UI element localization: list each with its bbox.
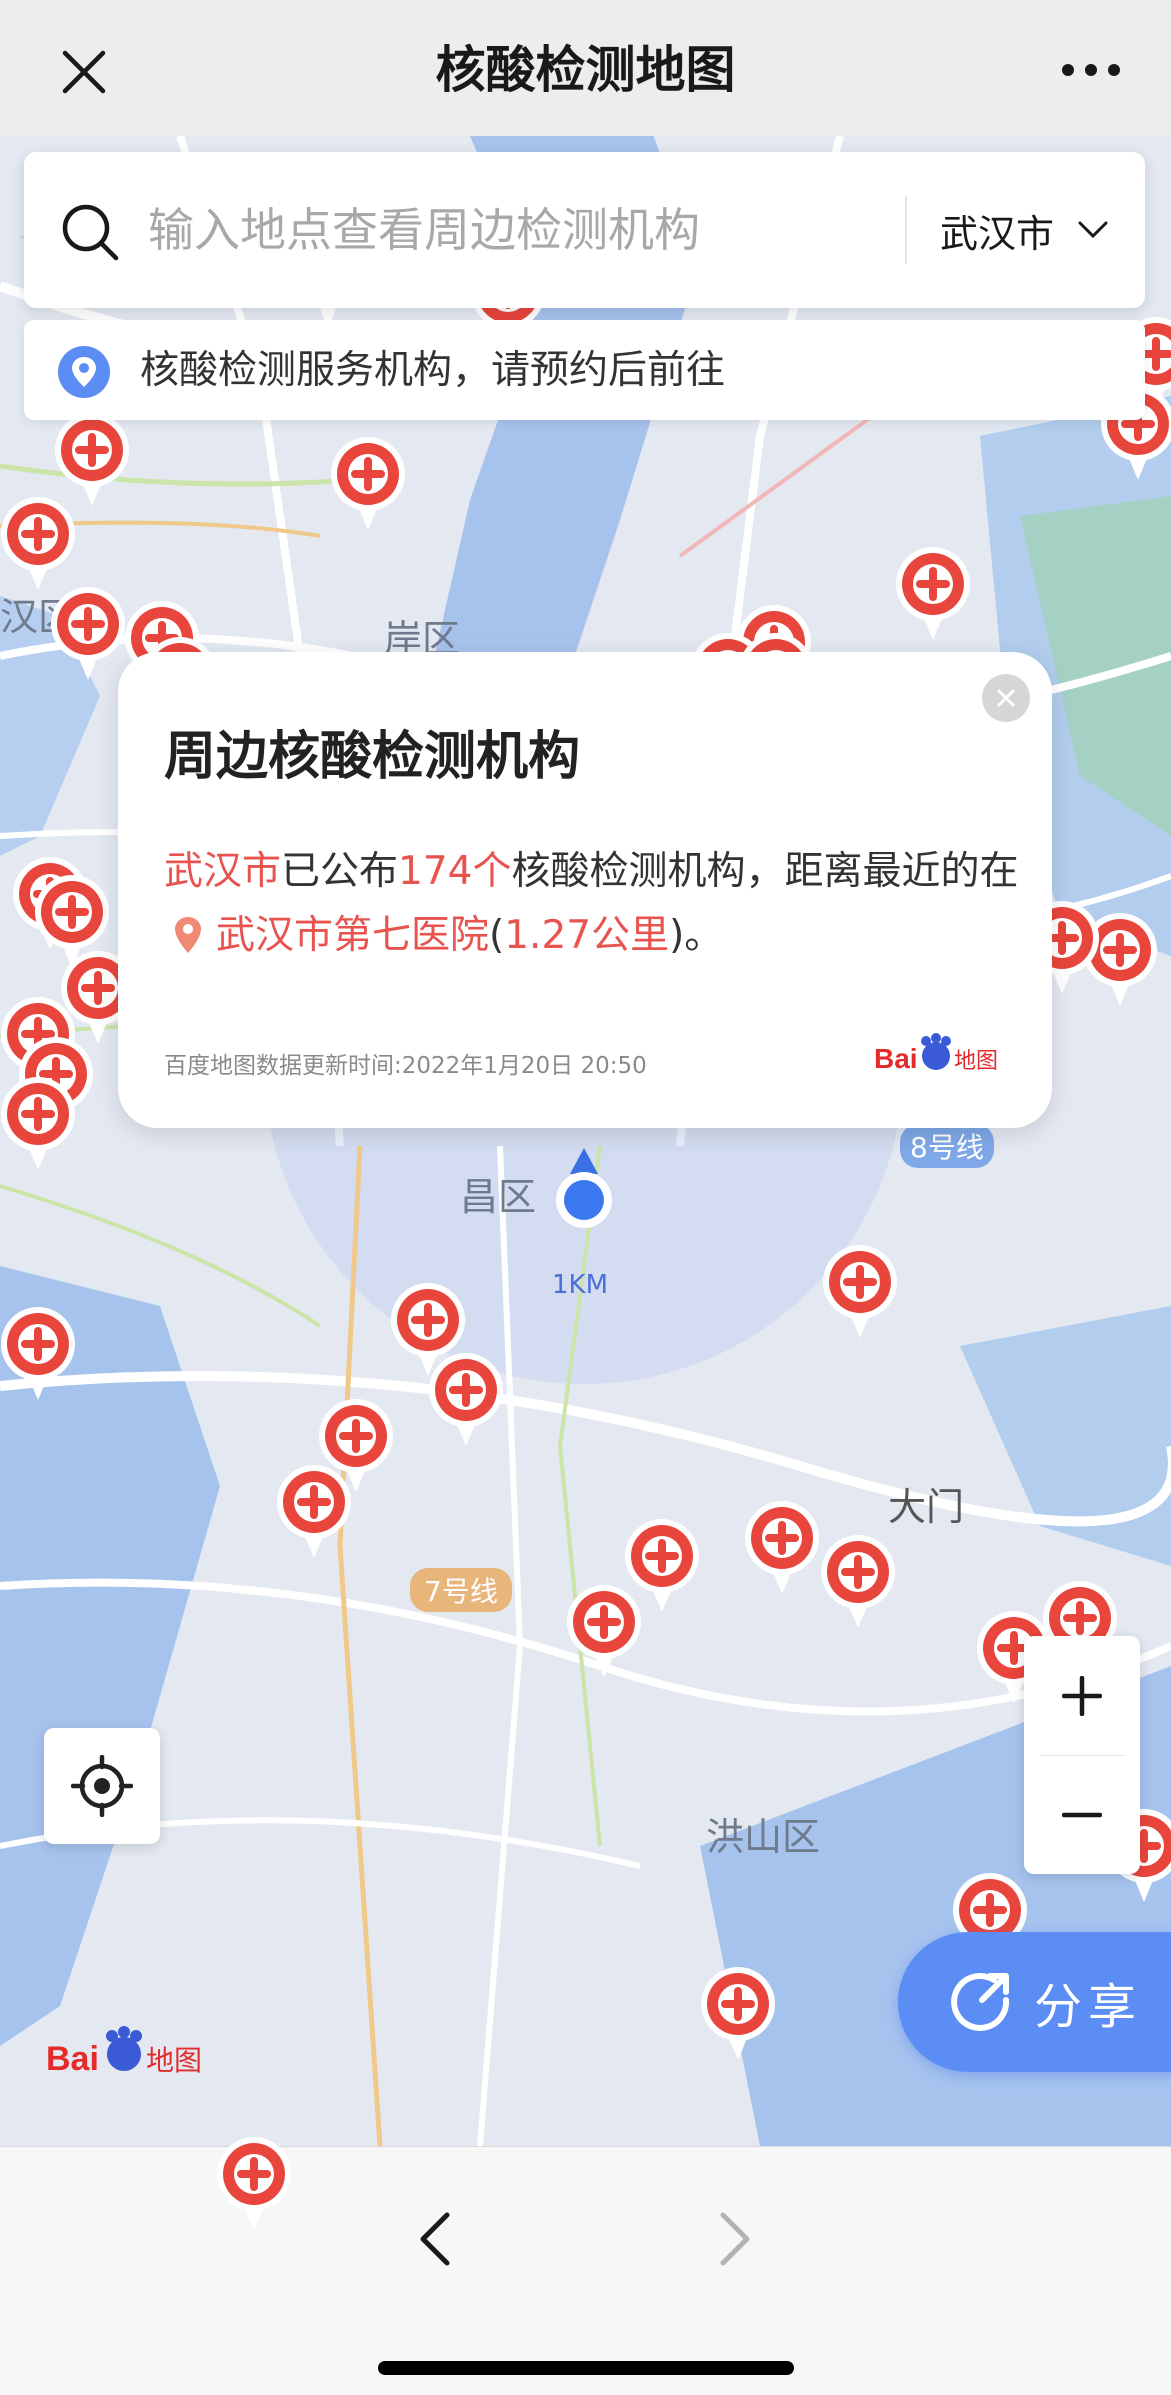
popup-city: 武汉市 xyxy=(164,849,282,894)
search-bar: 武汉市 xyxy=(24,152,1145,308)
location-pin-icon xyxy=(58,346,110,398)
zoom-in-button[interactable] xyxy=(1024,1636,1140,1755)
current-location-icon xyxy=(556,1148,612,1228)
test-site-pin-icon[interactable] xyxy=(744,1500,820,1596)
title-bar: 核酸检测地图 xyxy=(0,0,1171,136)
location-pin-icon xyxy=(175,917,201,953)
test-site-pin-icon[interactable] xyxy=(0,496,76,592)
nearest-site-link[interactable]: 武汉市第七医院 xyxy=(216,913,489,958)
popup-paren-open: ( xyxy=(489,913,505,958)
popup-paren-close: )。 xyxy=(669,913,724,958)
test-site-pin-icon[interactable] xyxy=(0,1306,76,1402)
popup-title: 周边核酸检测机构 xyxy=(164,727,581,787)
notice-text: 核酸检测服务机构，请预约后前往 xyxy=(140,348,726,393)
close-icon xyxy=(997,689,1015,707)
chevron-down-icon xyxy=(1078,221,1108,239)
map-scale-label: 1KM xyxy=(552,1270,609,1300)
test-site-pin-icon[interactable] xyxy=(700,1966,776,2062)
test-site-pin-icon[interactable] xyxy=(330,436,406,532)
baidu-map-watermark: Bai 地图 xyxy=(46,2026,202,2078)
popup-distance: 1.27公里 xyxy=(504,913,670,958)
notice-bar: 核酸检测服务机构，请预约后前往 xyxy=(24,320,1145,420)
city-select[interactable]: 武汉市 xyxy=(940,194,1130,266)
back-button[interactable] xyxy=(394,2189,474,2289)
browser-bottom-bar xyxy=(0,2146,1171,2395)
test-site-pin-icon[interactable] xyxy=(0,1076,76,1172)
test-site-pin-icon[interactable] xyxy=(50,586,126,682)
more-button[interactable] xyxy=(1047,44,1135,96)
home-indicator xyxy=(378,2361,794,2375)
search-divider xyxy=(905,196,907,264)
more-icon xyxy=(1062,64,1120,76)
test-site-pin-icon[interactable] xyxy=(54,412,130,508)
popup-text-mid: 核酸检测机构，距离最近的在 xyxy=(511,849,1019,894)
nearby-info-popup: 周边核酸检测机构 武汉市已公布174个核酸检测机构，距离最近的在武汉市第七医院(… xyxy=(118,652,1052,1128)
page-title: 核酸检测地图 xyxy=(435,41,736,99)
share-button[interactable]: 分享 xyxy=(898,1932,1171,2072)
test-site-pin-icon[interactable] xyxy=(216,2136,292,2232)
chevron-right-icon xyxy=(720,2212,750,2266)
share-icon xyxy=(951,1973,1010,2031)
locate-icon xyxy=(71,1755,133,1817)
zoom-out-button[interactable] xyxy=(1024,1755,1140,1874)
popup-footnote: 百度地图数据更新时间:2022年1月20日 20:50 xyxy=(164,1053,647,1079)
test-site-pin-icon[interactable] xyxy=(276,1464,352,1560)
test-site-pin-icon[interactable] xyxy=(820,1534,896,1630)
search-icon xyxy=(62,204,119,261)
svg-text:地图: 地图 xyxy=(954,1049,998,1074)
chevron-left-icon xyxy=(420,2212,450,2266)
baidu-map-logo: Bai 地图 xyxy=(874,1033,998,1074)
popup-body: 武汉市已公布174个核酸检测机构，距离最近的在武汉市第七医院(1.27公里)。 xyxy=(164,840,1024,968)
city-label: 武汉市 xyxy=(940,211,1055,256)
locate-me-button[interactable] xyxy=(44,1728,160,1844)
forward-button[interactable] xyxy=(696,2189,776,2289)
popup-close-button[interactable] xyxy=(982,674,1030,722)
test-site-pin-icon[interactable] xyxy=(566,1584,642,1680)
popup-count: 174个 xyxy=(398,849,512,894)
metro-line-label: 8号线 xyxy=(900,1124,994,1168)
map-label-damen: 大门 xyxy=(888,1485,965,1529)
search-input[interactable] xyxy=(148,190,908,270)
popup-text-published: 已公布 xyxy=(281,849,399,894)
svg-text:Bai: Bai xyxy=(874,1043,918,1074)
test-site-pin-icon[interactable] xyxy=(895,546,971,642)
svg-text:Bai: Bai xyxy=(46,2040,99,2078)
test-site-pin-icon[interactable] xyxy=(822,1244,898,1340)
map-label-hongshan: 洪山区 xyxy=(706,1815,821,1859)
share-label: 分享 xyxy=(1034,1979,1143,2035)
svg-text:地图: 地图 xyxy=(146,2044,202,2077)
metro-line-label-7: 7号线 xyxy=(410,1568,512,1612)
test-site-pin-icon[interactable] xyxy=(428,1352,504,1448)
map-label-district-chang: 昌区 xyxy=(460,1175,537,1219)
plus-icon xyxy=(1062,1675,1102,1716)
zoom-control xyxy=(1024,1636,1140,1874)
minus-icon xyxy=(1062,1812,1102,1817)
